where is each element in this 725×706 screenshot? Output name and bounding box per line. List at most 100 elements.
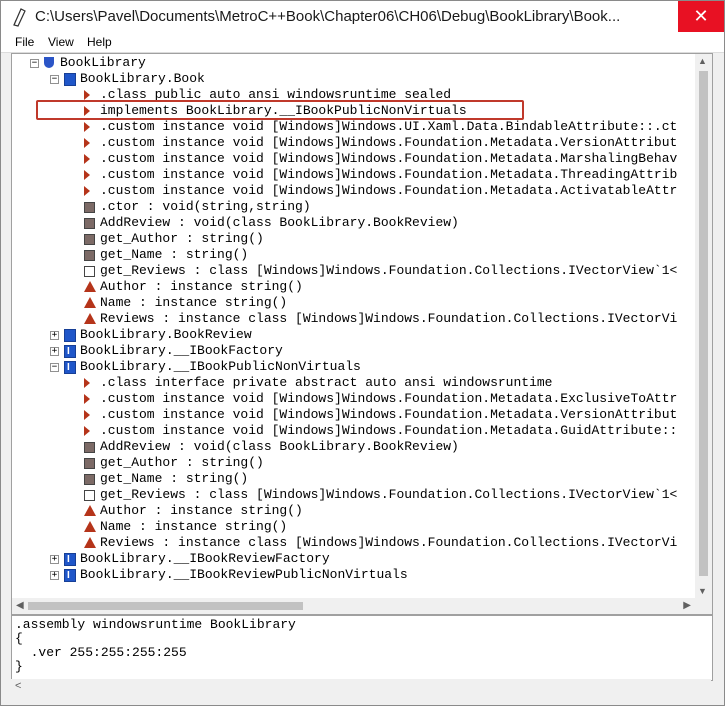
tree-node[interactable]: get_Reviews : class [Windows]Windows.Fou… <box>12 487 695 503</box>
tree-node[interactable]: + BookLibrary.__IBookReviewFactory <box>12 551 695 568</box>
tree-node[interactable]: .custom instance void [Windows]Windows.F… <box>12 423 695 439</box>
property-icon <box>84 313 96 324</box>
tree-node[interactable]: .class interface private abstract auto a… <box>12 375 695 391</box>
tree-node[interactable]: − BookLibrary.Book <box>12 71 695 87</box>
property-icon <box>84 521 96 532</box>
tree-node-label: Author : instance string() <box>100 279 303 294</box>
disassembly-pane[interactable]: .assembly windowsruntime BookLibrary { .… <box>11 615 713 681</box>
method-icon <box>84 218 95 229</box>
menu-help[interactable]: Help <box>87 35 112 49</box>
tree-view[interactable]: − BookLibrary − BookLibrary.Book .class publ… <box>11 53 713 615</box>
menu-bar: File View Help <box>1 33 724 53</box>
horizontal-scroll-thumb[interactable] <box>28 602 303 610</box>
disassembly-scrollbar[interactable]: < <box>11 679 711 695</box>
tree-node[interactable]: Name : instance string() <box>12 519 695 535</box>
property-icon <box>84 297 96 308</box>
arrow-icon <box>84 410 90 420</box>
tree-node-label: Reviews : instance class [Windows]Window… <box>100 535 678 550</box>
tree-node[interactable]: Author : instance string() <box>12 279 695 295</box>
tree-node-label: get_Reviews : class [Windows]Windows.Fou… <box>100 487 678 502</box>
tree-node[interactable]: get_Author : string() <box>12 231 695 247</box>
ildasm-window: C:\Users\Pavel\Documents\MetroC++Book\Ch… <box>0 0 725 706</box>
expand-icon[interactable]: + <box>50 347 59 356</box>
interface-icon <box>64 344 76 360</box>
menu-file[interactable]: File <box>15 35 34 49</box>
tree-node[interactable]: Name : instance string() <box>12 295 695 311</box>
tree-node[interactable]: .ctor : void(string,string) <box>12 199 695 215</box>
tree-node[interactable]: get_Author : string() <box>12 455 695 471</box>
method-icon <box>84 202 95 213</box>
tree-node[interactable]: .custom instance void [Windows]Windows.F… <box>12 135 695 151</box>
assembly-icon <box>44 57 54 68</box>
tree-node[interactable]: + BookLibrary.BookReview <box>12 327 695 343</box>
arrow-icon <box>84 378 90 388</box>
tree-node[interactable]: .custom instance void [Windows]Windows.F… <box>12 151 695 167</box>
close-button[interactable]: ✕ <box>678 1 724 32</box>
vertical-scrollbar[interactable]: ▲ ▼ <box>695 54 712 598</box>
expand-icon[interactable]: + <box>50 331 59 340</box>
method-icon <box>84 442 95 453</box>
title-bar[interactable]: C:\Users\Pavel\Documents\MetroC++Book\Ch… <box>1 1 724 33</box>
tree-node-label: get_Name : string() <box>100 471 249 486</box>
method-icon <box>84 474 95 485</box>
horizontal-scrollbar[interactable]: ◀ ▶ <box>12 598 695 614</box>
tree-node-label: .custom instance void [Windows]Windows.F… <box>100 183 678 198</box>
vertical-scroll-thumb[interactable] <box>699 71 708 576</box>
tree-node-label: BookLibrary.__IBookFactory <box>80 343 283 358</box>
tree-node[interactable]: − BookLibrary.__IBookPublicNonVirtuals <box>12 359 695 376</box>
method-icon <box>84 458 95 469</box>
tree-rows: − BookLibrary − BookLibrary.Book .class publ… <box>12 54 695 598</box>
tree-node[interactable]: + BookLibrary.__IBookFactory <box>12 343 695 360</box>
menu-view[interactable]: View <box>48 35 74 49</box>
tree-node-label: .custom instance void [Windows]Windows.F… <box>100 423 678 438</box>
expand-icon[interactable]: + <box>50 555 59 564</box>
interface-icon <box>64 568 76 584</box>
tree-node-label: get_Reviews : class [Windows]Windows.Fou… <box>100 263 678 278</box>
tree-node-label: BookLibrary.BookReview <box>80 327 252 342</box>
method-icon <box>84 490 95 501</box>
tree-node-label: .custom instance void [Windows]Windows.F… <box>100 135 678 150</box>
tree-node[interactable]: Author : instance string() <box>12 503 695 519</box>
disassembly-line: { <box>15 631 23 646</box>
tree-node[interactable]: get_Name : string() <box>12 247 695 263</box>
tree-node[interactable]: get_Reviews : class [Windows]Windows.Fou… <box>12 263 695 279</box>
method-icon <box>84 266 95 277</box>
arrow-icon <box>84 154 90 164</box>
tree-node[interactable]: AddReview : void(class BookLibrary.BookR… <box>12 439 695 455</box>
arrow-icon <box>84 426 90 436</box>
tree-node[interactable]: − BookLibrary <box>12 55 695 71</box>
tree-node[interactable]: .custom instance void [Windows]Windows.F… <box>12 391 695 407</box>
scroll-corner <box>695 598 712 614</box>
scroll-down-icon[interactable]: ▼ <box>698 586 707 596</box>
disassembly-line: } <box>15 659 23 674</box>
arrow-icon <box>84 90 90 100</box>
disassembly-line: .assembly windowsruntime BookLibrary <box>15 617 296 632</box>
tree-node[interactable]: + BookLibrary.__IBookReviewPublicNonVirtu… <box>12 567 695 584</box>
tree-node[interactable]: Reviews : instance class [Windows]Window… <box>12 311 695 327</box>
window-title: C:\Users\Pavel\Documents\MetroC++Book\Ch… <box>35 8 621 25</box>
tree-node-label: .custom instance void [Windows]Windows.U… <box>100 119 678 134</box>
collapse-icon[interactable]: − <box>30 59 39 68</box>
arrow-icon <box>84 394 90 404</box>
tree-node[interactable]: .custom instance void [Windows]Windows.U… <box>12 119 695 135</box>
collapse-icon[interactable]: − <box>50 75 59 84</box>
tree-node[interactable]: AddReview : void(class BookLibrary.BookR… <box>12 215 695 231</box>
tree-node-label: get_Author : string() <box>100 455 264 470</box>
collapse-icon[interactable]: − <box>50 363 59 372</box>
tree-node[interactable]: get_Name : string() <box>12 471 695 487</box>
disassembly-line: .ver 255:255:255:255 <box>15 645 187 660</box>
tree-node-label: get_Author : string() <box>100 231 264 246</box>
scroll-left-icon[interactable]: < <box>15 680 21 692</box>
tree-node-label: BookLibrary.__IBookReviewFactory <box>80 551 330 566</box>
scroll-left-icon[interactable]: ◀ <box>16 600 24 611</box>
tree-node[interactable]: Reviews : instance class [Windows]Window… <box>12 535 695 551</box>
tree-node[interactable]: .custom instance void [Windows]Windows.F… <box>12 183 695 199</box>
tree-node[interactable]: .custom instance void [Windows]Windows.F… <box>12 167 695 183</box>
tree-node-label: Author : instance string() <box>100 503 303 518</box>
scroll-up-icon[interactable]: ▲ <box>698 56 707 66</box>
tree-node[interactable]: .custom instance void [Windows]Windows.F… <box>12 407 695 423</box>
expand-icon[interactable]: + <box>50 571 59 580</box>
tree-node-label: AddReview : void(class BookLibrary.BookR… <box>100 439 459 454</box>
scroll-right-icon[interactable]: ▶ <box>683 600 691 611</box>
class-icon <box>64 73 76 86</box>
